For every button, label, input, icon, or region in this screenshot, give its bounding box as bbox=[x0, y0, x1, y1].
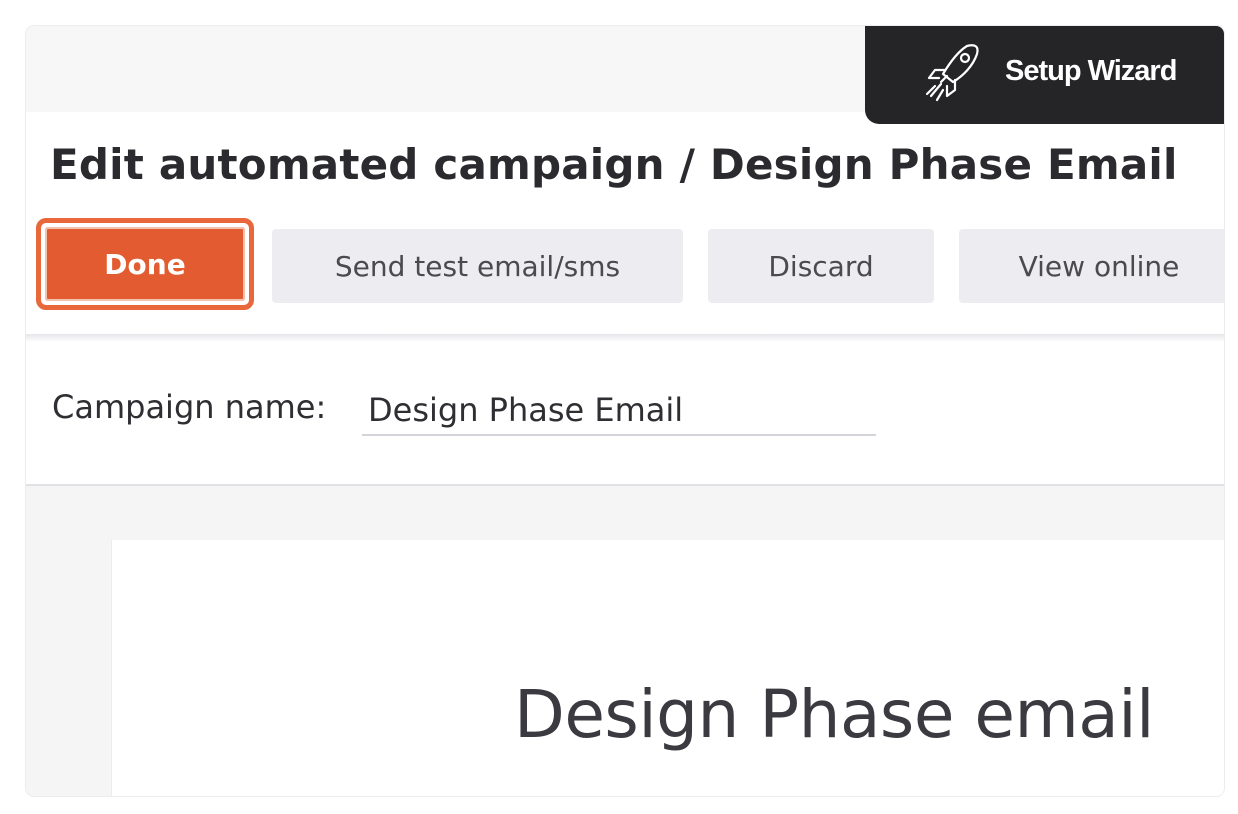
app-frame: Setup Wizard Edit automated campaign / D… bbox=[26, 26, 1224, 796]
page-title: Edit automated campaign / Design Phase E… bbox=[50, 140, 1178, 189]
rocket-icon bbox=[925, 44, 979, 102]
campaign-name-label: Campaign name: bbox=[52, 388, 327, 426]
toolbar-divider bbox=[26, 334, 1224, 342]
email-preview[interactable]: Design Phase email bbox=[112, 540, 1224, 796]
discard-button[interactable]: Discard bbox=[708, 229, 934, 303]
setup-wizard-label: Setup Wizard bbox=[1005, 55, 1177, 87]
view-online-button[interactable]: View online bbox=[959, 229, 1224, 303]
email-heading[interactable]: Design Phase email bbox=[514, 676, 1154, 753]
campaign-name-input[interactable] bbox=[362, 386, 876, 436]
email-editor-canvas: Design Phase email bbox=[26, 486, 1224, 796]
send-test-button[interactable]: Send test email/sms bbox=[272, 229, 683, 303]
done-button[interactable]: Done bbox=[45, 227, 245, 301]
setup-wizard-button[interactable]: Setup Wizard bbox=[865, 26, 1224, 124]
